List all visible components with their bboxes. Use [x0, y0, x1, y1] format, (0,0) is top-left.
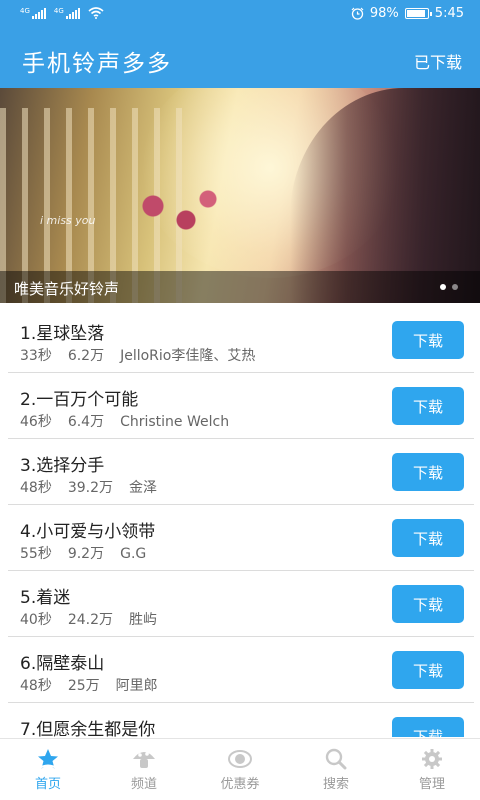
signal-1-label: 4G [20, 6, 30, 15]
banner-caption-bar: 唯美音乐好铃声 [0, 271, 480, 303]
song-duration: 46秒 [20, 414, 52, 430]
banner-flowers [120, 178, 230, 248]
signal-2-label: 4G [53, 6, 64, 15]
cell-signal-2-icon: 4G [53, 6, 80, 19]
wifi-icon [88, 7, 104, 19]
download-button[interactable]: 下载 [392, 585, 464, 623]
song-title: 6.隔壁泰山 [20, 654, 105, 674]
song-artist: JelloRio李佳隆、艾热 [120, 348, 256, 364]
downloaded-button[interactable]: 已下载 [414, 49, 462, 73]
ringtone-list[interactable]: 1.星球坠落 33秒 6.2万 JelloRio李佳隆、艾热 下载 2.一百万个可能 46秒… [0, 307, 480, 737]
song-plays: 9.2万 [67, 546, 105, 562]
download-button[interactable]: 下载 [392, 717, 464, 737]
nav-item-mushroom-channel[interactable]: 频道 [96, 739, 192, 800]
carousel-dot[interactable] [440, 284, 446, 290]
banner-image-text: i miss you [40, 214, 96, 227]
mushroom-channel-icon [131, 747, 157, 771]
song-row[interactable]: 1.星球坠落 33秒 6.2万 JelloRio李佳隆、艾热 下载 [8, 307, 474, 373]
download-button[interactable]: 下载 [392, 321, 464, 359]
song-row[interactable]: 7.但愿余生都是你 下载 [8, 703, 474, 737]
song-duration: 55秒 [20, 546, 52, 562]
song-plays: 24.2万 [67, 612, 113, 628]
song-duration: 33秒 [20, 348, 52, 364]
song-title: 4.小可爱与小领带 [20, 522, 156, 542]
nav-item-search[interactable]: 搜索 [288, 739, 384, 800]
song-meta: 55秒 9.2万 G.G [20, 543, 162, 563]
song-meta: 40秒 24.2万 胜屿 [20, 609, 173, 629]
song-row[interactable]: 3.选择分手 48秒 39.2万 金泽 下载 [8, 439, 474, 505]
nav-item-star-home[interactable]: 首页 [0, 739, 96, 800]
song-artist: 金泽 [129, 480, 157, 496]
song-title: 2.一百万个可能 [20, 390, 139, 410]
song-row[interactable]: 2.一百万个可能 46秒 6.4万 Christine Welch 下载 [8, 373, 474, 439]
song-artist: Christine Welch [120, 414, 230, 430]
song-meta: 48秒 25万 阿里郎 [20, 675, 174, 695]
song-meta: 33秒 6.2万 JelloRio李佳隆、艾热 [20, 345, 271, 365]
download-button[interactable]: 下载 [392, 651, 464, 689]
star-home-icon [35, 747, 61, 771]
song-meta: 48秒 39.2万 金泽 [20, 477, 173, 497]
song-row[interactable]: 5.着迷 40秒 24.2万 胜屿 下载 [8, 571, 474, 637]
song-row[interactable]: 4.小可爱与小领带 55秒 9.2万 G.G 下载 [8, 505, 474, 571]
nav-label: 管理 [418, 777, 445, 792]
song-title: 3.选择分手 [20, 456, 105, 476]
gear-icon [419, 747, 445, 771]
cell-signal-1-icon: 4G [20, 6, 46, 19]
bottom-nav: 首页 频道 优惠券 搜索 管理 [0, 738, 480, 800]
song-plays: 6.2万 [67, 348, 105, 364]
song-title: 1.星球坠落 [20, 324, 105, 344]
eye-coupon-icon [227, 747, 253, 771]
carousel-indicator [440, 284, 458, 290]
song-duration: 48秒 [20, 678, 52, 694]
song-artist: 胜屿 [129, 612, 157, 628]
nav-label: 搜索 [322, 777, 349, 792]
battery-icon [404, 8, 432, 19]
nav-item-gear[interactable]: 管理 [384, 739, 480, 800]
banner-caption: 唯美音乐好铃声 [14, 280, 120, 298]
nav-label: 首页 [34, 777, 61, 792]
song-meta: 46秒 6.4万 Christine Welch [20, 411, 245, 431]
status-bar: 4G 4G 98% 5:45 [0, 0, 480, 30]
song-duration: 48秒 [20, 480, 52, 496]
song-title: 7.但愿余生都是你 [20, 720, 156, 737]
song-artist: G.G [120, 546, 147, 562]
song-artist: 阿里郎 [115, 678, 158, 694]
song-title: 5.着迷 [20, 588, 71, 608]
search-icon [323, 747, 349, 771]
clock: 5:45 [434, 6, 464, 21]
song-plays: 39.2万 [67, 480, 113, 496]
banner-carousel[interactable]: i miss you 唯美音乐好铃声 [0, 88, 480, 303]
download-button[interactable]: 下载 [392, 519, 464, 557]
alarm-icon [351, 7, 364, 20]
song-row[interactable]: 6.隔壁泰山 48秒 25万 阿里郎 下载 [8, 637, 474, 703]
battery-percent: 98% [369, 6, 399, 21]
carousel-dot[interactable] [452, 284, 458, 290]
nav-item-eye-coupon[interactable]: 优惠券 [192, 739, 288, 800]
nav-label: 优惠券 [220, 777, 260, 792]
download-button[interactable]: 下载 [392, 453, 464, 491]
download-button[interactable]: 下载 [392, 387, 464, 425]
song-duration: 40秒 [20, 612, 52, 628]
song-plays: 25万 [67, 678, 100, 694]
app-title: 手机铃声多多 [22, 51, 172, 77]
nav-label: 频道 [130, 777, 157, 792]
app-bar: 手机铃声多多 已下载 [0, 30, 480, 88]
song-plays: 6.4万 [67, 414, 105, 430]
